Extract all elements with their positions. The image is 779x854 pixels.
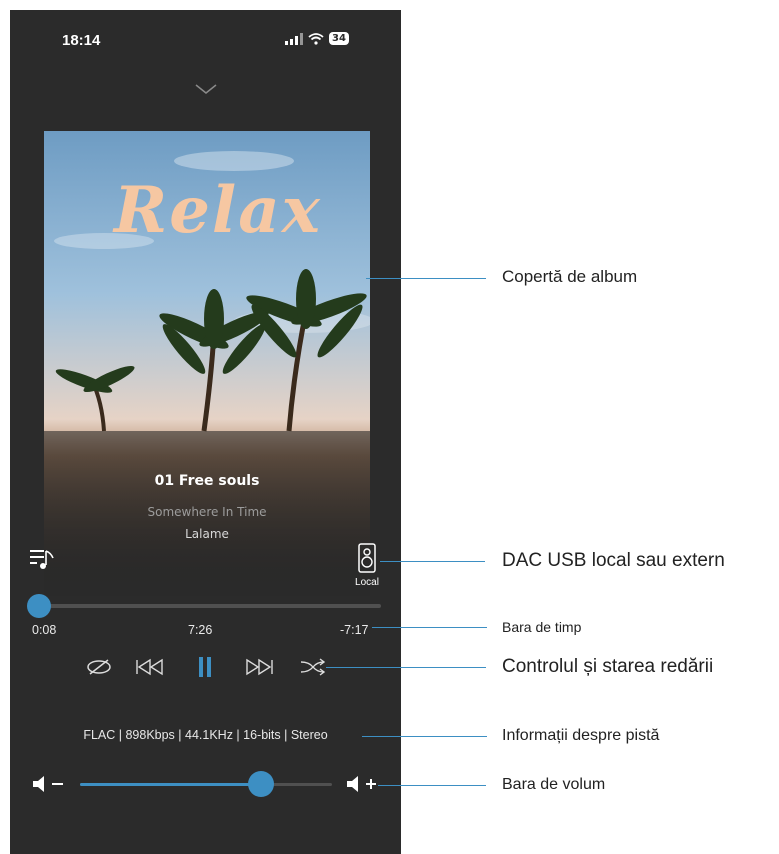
previous-icon[interactable] bbox=[135, 658, 165, 676]
callout-dac: DAC USB local sau extern bbox=[502, 550, 725, 571]
callout-album-cover: Copertă de album bbox=[502, 267, 638, 286]
callout-line-info bbox=[362, 736, 487, 737]
playlist-icon[interactable] bbox=[29, 548, 61, 570]
volume-down-icon[interactable] bbox=[31, 774, 67, 794]
output-label: Local bbox=[355, 577, 379, 588]
track-album: Somewhere In Time bbox=[147, 505, 267, 519]
time-bar[interactable] bbox=[27, 594, 381, 618]
track-info: FLAC | 898Kbps | 44.1KHz | 16-bits | Ste… bbox=[83, 728, 328, 742]
status-icons: 34 bbox=[285, 32, 349, 45]
volume-bar-fill bbox=[80, 783, 262, 786]
track-artist: Lalame bbox=[185, 527, 229, 541]
wifi-icon bbox=[308, 32, 324, 45]
output-selector[interactable]: Local bbox=[353, 543, 381, 588]
callout-time-bar: Bara de timp bbox=[502, 619, 582, 635]
volume-bar[interactable] bbox=[80, 771, 332, 797]
battery-icon: 34 bbox=[329, 32, 349, 45]
time-bar-knob[interactable] bbox=[27, 594, 52, 618]
shuffle-icon[interactable] bbox=[299, 658, 327, 676]
phone-screen: 18:14 34 Relax 01 Free souls Somewhere I… bbox=[10, 10, 401, 854]
cover-text: Relax bbox=[114, 173, 322, 248]
repeat-off-icon[interactable] bbox=[86, 658, 112, 676]
time-elapsed: 0:08 bbox=[32, 623, 57, 637]
callout-line-cover bbox=[366, 278, 486, 279]
volume-up-icon[interactable] bbox=[345, 774, 381, 794]
album-cover: Relax 01 Free souls Somewhere In Time La… bbox=[44, 131, 370, 596]
time-remaining: -7:17 bbox=[340, 623, 369, 637]
callout-line-volume bbox=[378, 785, 486, 786]
pause-icon[interactable] bbox=[197, 656, 213, 678]
callout-line-dac bbox=[380, 561, 485, 562]
callout-line-playback bbox=[326, 667, 486, 668]
volume-bar-knob[interactable] bbox=[248, 771, 275, 797]
speaker-icon bbox=[358, 543, 376, 573]
next-icon[interactable] bbox=[244, 658, 274, 676]
status-time: 18:14 bbox=[62, 32, 101, 49]
callout-line-time bbox=[372, 627, 487, 628]
track-title: 01 Free souls bbox=[154, 473, 260, 489]
callout-track-info: Informații despre pistă bbox=[502, 727, 660, 744]
time-total: 7:26 bbox=[188, 623, 213, 637]
signal-icon bbox=[285, 32, 303, 45]
callout-volume-bar: Bara de volum bbox=[502, 776, 606, 793]
chevron-down-icon[interactable] bbox=[194, 82, 218, 96]
callout-playback: Controlul și starea redării bbox=[502, 656, 714, 677]
